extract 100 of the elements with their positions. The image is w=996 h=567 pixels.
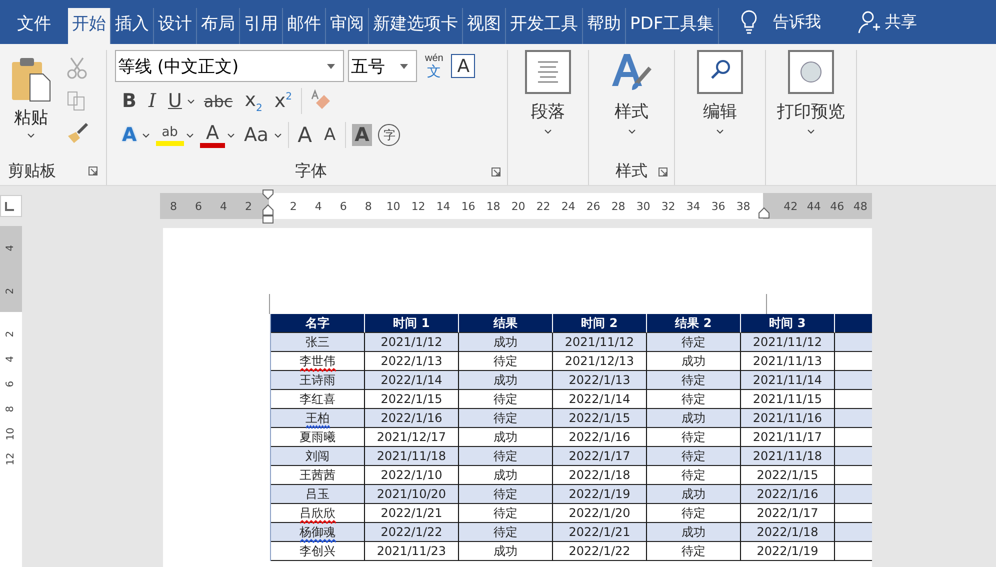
person-add-icon[interactable] (857, 9, 882, 35)
format-button[interactable]: A (294, 123, 315, 147)
format-button[interactable]: A (200, 122, 225, 148)
table-cell: 待定 (647, 371, 741, 390)
format-button[interactable]: Aa (240, 124, 272, 146)
table-cell: 成功 (647, 485, 741, 504)
ruler-number: 6 (5, 380, 17, 388)
table-cell: 待定 (459, 523, 553, 542)
dialog-launcher-icon[interactable] (491, 167, 501, 177)
ruler-number: 14 (435, 200, 452, 212)
dropdown-caret-icon[interactable] (186, 98, 195, 104)
table-cell: 杨御魂 (271, 523, 365, 542)
font-name-dropdown[interactable]: 等线 (中文正文) (115, 50, 344, 82)
format-button[interactable]: A (352, 124, 372, 146)
print-preview-button[interactable]: 打印预览 (777, 50, 845, 185)
ribbon-tab[interactable]: 文件 (0, 8, 68, 44)
ribbon-tab[interactable]: 开始 (68, 8, 111, 44)
dropdown-caret-icon[interactable] (186, 132, 194, 138)
table-cell: 2022/1/17 (553, 447, 647, 466)
format-button[interactable]: abc (200, 92, 236, 110)
indent-marker-icon[interactable] (758, 207, 770, 219)
paste-button[interactable]: 粘贴 (0, 50, 56, 157)
search-icon (697, 50, 743, 94)
character-border-button[interactable]: A (451, 54, 476, 78)
ruler-number: 28 (610, 200, 626, 212)
ruler-number: 48 (852, 200, 868, 212)
format-button[interactable]: A (320, 125, 339, 145)
table-cell: 2022/1/19 (741, 542, 835, 561)
ruler-number: 4 (5, 356, 17, 362)
table-cell: 2022/1/13 (553, 371, 647, 390)
format-button[interactable]: A (119, 124, 140, 146)
share-button[interactable]: 共享 (885, 12, 918, 32)
indent-marker-icon[interactable] (262, 189, 274, 225)
paragraph-button[interactable]: 段落 (525, 50, 571, 185)
table-cell: 王诗雨 (271, 371, 365, 390)
ruler-number: 18 (485, 200, 502, 212)
ruler-number: 8 (5, 406, 17, 412)
ruler-number: 8 (364, 200, 373, 212)
table-cell: 2021/11/23 (365, 542, 459, 561)
ruler-number: 2 (288, 200, 298, 212)
chevron-down-icon[interactable] (628, 129, 636, 134)
paintbrush-icon[interactable] (66, 122, 90, 144)
table-cell: 2021/11/14 (741, 371, 835, 390)
tell-me-field[interactable]: 告诉我 (773, 12, 822, 32)
chevron-down-icon[interactable] (27, 133, 35, 138)
ruler-number: 10 (385, 200, 402, 212)
table-cell: 2022/1/16 (365, 409, 459, 428)
table-cell: 待定 (647, 447, 741, 466)
editing-button[interactable]: 编辑 (697, 50, 743, 185)
chevron-down-icon[interactable] (544, 129, 552, 134)
ruler-number: 34 (685, 200, 702, 212)
table-cell: 待定 (647, 542, 741, 561)
format-button[interactable]: x$_{2}$ (242, 88, 266, 114)
format-button[interactable]: I (145, 90, 159, 112)
table-cell: 成功 (459, 333, 553, 352)
ruler-number: 30 (635, 200, 652, 212)
table-cell: 成功 (459, 542, 553, 561)
clipboard-icon (10, 56, 52, 102)
dialog-launcher-icon[interactable] (658, 167, 668, 177)
dropdown-caret-icon[interactable] (226, 132, 235, 138)
lightbulb-icon[interactable] (739, 9, 760, 35)
table-cell: 2022/1/22 (553, 542, 647, 561)
format-button[interactable]: 字 (378, 124, 400, 146)
table-cell: 2021/11/16 (741, 409, 835, 428)
table-cell: 成功 (647, 409, 741, 428)
table-cell: 待定 (459, 409, 553, 428)
group-label: 样式 (616, 160, 648, 182)
chevron-down-icon[interactable] (807, 129, 815, 134)
table-cell: 2022/1/19 (553, 485, 647, 504)
dropdown-arrow-icon[interactable] (327, 64, 335, 68)
table-cell: 2022/1/15 (553, 409, 647, 428)
ruler-number: 2 (5, 330, 17, 338)
tab-selector-icon[interactable] (0, 195, 22, 217)
styles-button[interactable]: 样式 (610, 50, 654, 157)
ruler-number: 6 (194, 200, 203, 212)
chevron-down-icon[interactable] (716, 129, 724, 134)
table-cell: 吕玉 (271, 485, 365, 504)
ruler-number: 6 (338, 200, 348, 212)
format-button[interactable]: x$^{2}$ (271, 90, 295, 112)
phonetic-guide-button[interactable]: wén 文 (421, 54, 448, 78)
ruler-number: 36 (710, 200, 726, 212)
format-button[interactable]: U (165, 90, 185, 112)
table-cell: 2022/1/21 (553, 523, 647, 542)
format-button[interactable]: ab (156, 124, 184, 146)
ruler-number: 2 (5, 287, 17, 294)
align-lines-icon (525, 50, 571, 94)
dialog-launcher-icon[interactable] (88, 166, 98, 176)
ruler-number: 4 (219, 200, 228, 212)
font-size-dropdown[interactable]: 五号 (348, 50, 417, 82)
ruler-number: 32 (660, 200, 676, 212)
table-cell: 2021/10/20 (365, 485, 459, 504)
dropdown-caret-icon[interactable] (142, 132, 150, 138)
table-cell: 成功 (647, 523, 741, 542)
table-cell: 待定 (459, 485, 553, 504)
dropdown-caret-icon[interactable] (274, 132, 282, 138)
format-button[interactable]: B (119, 90, 140, 112)
ruler-number: 26 (585, 200, 602, 212)
table-cell: 王柏 (271, 409, 365, 428)
dropdown-arrow-icon[interactable] (400, 64, 408, 68)
table-cell: 待定 (647, 333, 741, 352)
